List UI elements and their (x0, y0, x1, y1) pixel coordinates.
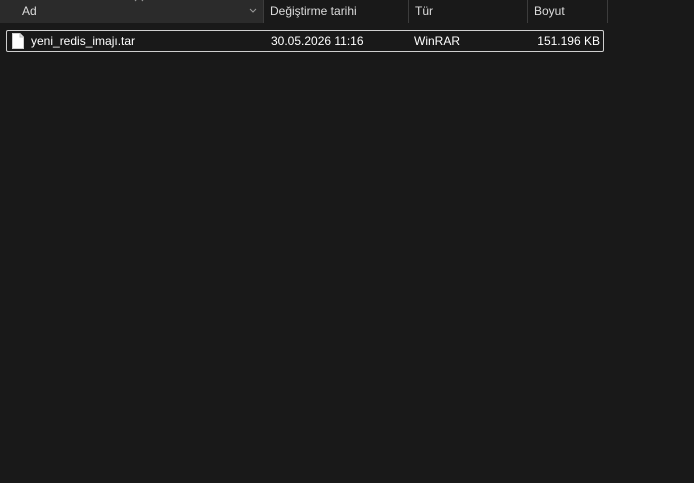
file-name[interactable]: yeni_redis_imajı.tar (31, 31, 135, 51)
column-header-type-label: Tür (415, 4, 433, 18)
file-row[interactable]: yeni_redis_imajı.tar 30.05.2026 11:16 Wi… (6, 30, 604, 52)
file-date-modified: 30.05.2026 11:16 (271, 34, 364, 48)
column-header-name-label: Ad (22, 4, 37, 18)
sort-up-icon (134, 0, 144, 2)
file-type: WinRAR (414, 34, 461, 48)
column-divider[interactable] (607, 0, 608, 23)
column-header-type[interactable]: Tür (408, 0, 527, 23)
file-list-pane: Ad Değiştirme tarihi Tür Boyut yeni_redi… (0, 0, 694, 483)
file-size: 151.196 KB (537, 34, 600, 48)
column-header-name[interactable]: Ad (0, 0, 263, 23)
column-header-date-modified-label: Değiştirme tarihi (270, 4, 357, 18)
chevron-down-icon[interactable] (248, 6, 258, 16)
column-header-size[interactable]: Boyut (527, 0, 608, 23)
column-header-bar: Ad Değiştirme tarihi Tür Boyut (0, 0, 694, 23)
column-header-date-modified[interactable]: Değiştirme tarihi (263, 0, 408, 23)
column-header-size-label: Boyut (534, 4, 565, 18)
file-icon (12, 33, 24, 49)
